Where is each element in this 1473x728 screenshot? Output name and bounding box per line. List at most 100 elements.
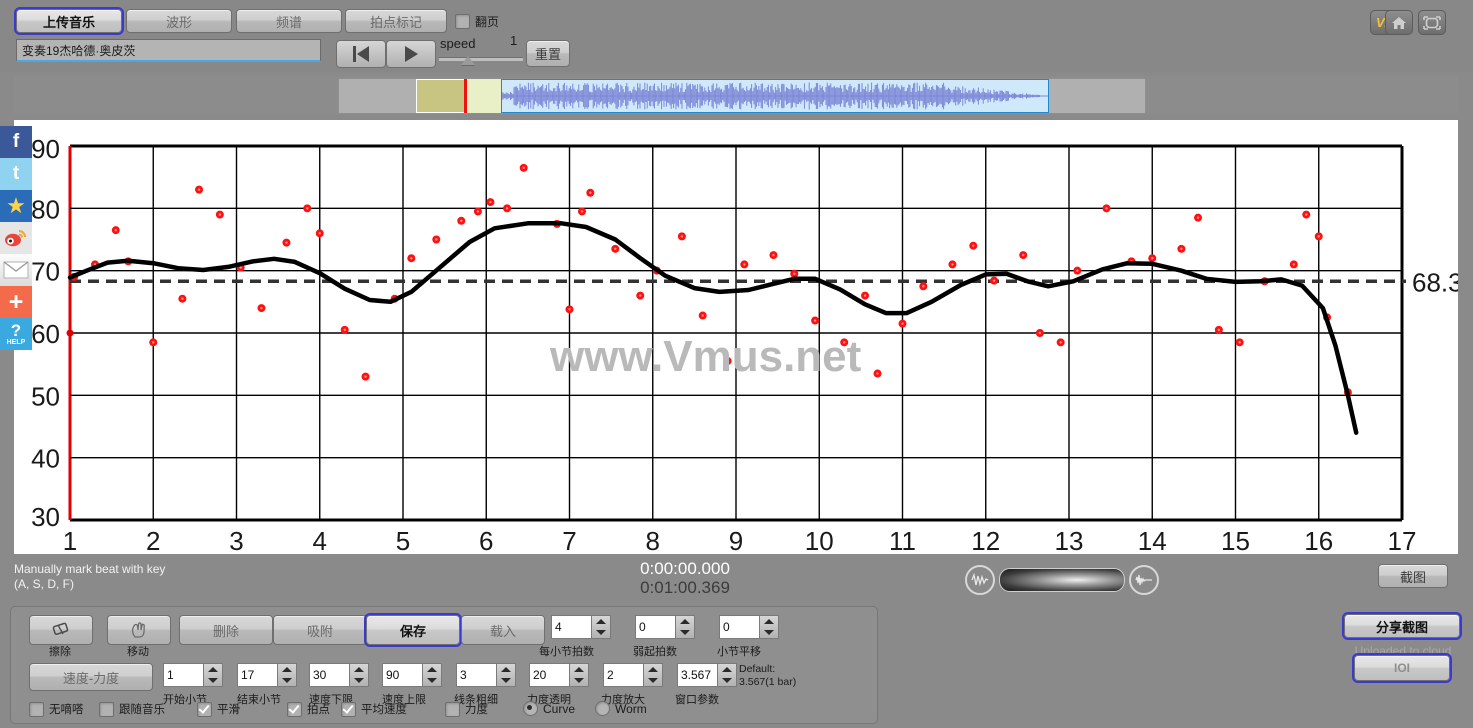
- reset-button[interactable]: 重置: [526, 40, 570, 67]
- dynamics-zoom-input[interactable]: [603, 663, 643, 687]
- pickup-beats-arrows[interactable]: [675, 615, 695, 639]
- svg-text:1: 1: [63, 526, 77, 554]
- start-bar-input[interactable]: [163, 663, 203, 687]
- line-width-arrows[interactable]: [496, 663, 516, 687]
- speed-slider-thumb[interactable]: [461, 56, 475, 65]
- ioi-button[interactable]: IOI: [1352, 653, 1452, 683]
- beats-checkbox-box[interactable]: [287, 701, 302, 717]
- end-bar-arrows[interactable]: [277, 663, 297, 687]
- window-param-stepper[interactable]: [677, 663, 737, 687]
- load-button[interactable]: 载入: [461, 615, 545, 645]
- avg-tempo-checkbox[interactable]: 平均速度: [341, 701, 407, 717]
- tempo-min-arrows[interactable]: [349, 663, 369, 687]
- email-icon[interactable]: [0, 254, 32, 286]
- dynamics-zoom-stepper[interactable]: [603, 663, 663, 687]
- share-screenshot-button[interactable]: 分享截图: [1342, 612, 1462, 640]
- weibo-icon[interactable]: [0, 222, 32, 254]
- dynamics-alpha-stepper[interactable]: [529, 663, 589, 687]
- end-bar-input[interactable]: [237, 663, 277, 687]
- volume-control[interactable]: [965, 565, 1159, 595]
- svg-text:80: 80: [31, 194, 60, 224]
- svg-text:16: 16: [1304, 526, 1333, 554]
- beats-per-bar-stepper[interactable]: [551, 615, 611, 639]
- window-param-arrows[interactable]: [717, 663, 737, 687]
- facebook-icon[interactable]: f: [0, 126, 32, 158]
- no-tick-checkbox[interactable]: 无嘀嗒: [29, 701, 84, 717]
- line-width-stepper[interactable]: [456, 663, 516, 687]
- rewind-bar-icon: [353, 46, 356, 62]
- tempo-dynamics-button[interactable]: 速度-力度: [29, 663, 153, 691]
- dynamics-alpha-arrows[interactable]: [569, 663, 589, 687]
- volume-slider[interactable]: [999, 568, 1125, 592]
- default-window-note-line2: 3.567(1 bar): [739, 676, 797, 688]
- pickup-beats-input[interactable]: [635, 615, 675, 639]
- dynamics-alpha-input[interactable]: [529, 663, 569, 687]
- start-bar-arrows[interactable]: [203, 663, 223, 687]
- rewind-triangle-icon: [357, 46, 369, 62]
- waveform-selection-block[interactable]: [416, 79, 466, 113]
- avg-tempo-checkbox-box[interactable]: [341, 701, 356, 717]
- waveform-navigator-track[interactable]: [338, 78, 1146, 114]
- smooth-checkbox[interactable]: 平滑: [197, 701, 240, 717]
- svg-text:5: 5: [396, 526, 410, 554]
- tempo-min-stepper[interactable]: [309, 663, 369, 687]
- default-window-note: Default: 3.567(1 bar): [739, 663, 796, 689]
- screenshot-button[interactable]: 截图: [1378, 564, 1448, 588]
- eraser-button[interactable]: [29, 615, 93, 645]
- speed-slider-track[interactable]: [439, 57, 523, 61]
- dynamics-checkbox-box[interactable]: [445, 701, 460, 717]
- tab-beat-marks[interactable]: 拍点标记: [345, 9, 447, 33]
- track-title-input[interactable]: 变奏19杰哈德·奥皮茨: [16, 39, 321, 62]
- qzone-star-icon[interactable]: ★: [0, 190, 32, 222]
- worm-radio-dot[interactable]: [595, 701, 610, 716]
- waveform-display[interactable]: [501, 79, 1049, 113]
- tab-waveform[interactable]: 波形: [126, 9, 232, 33]
- eraser-caption: 擦除: [49, 646, 71, 658]
- bar-shift-input[interactable]: [719, 615, 759, 639]
- fullscreen-icon[interactable]: [1418, 10, 1446, 35]
- curve-radio-dot[interactable]: [523, 701, 538, 716]
- dynamics-checkbox[interactable]: 力度: [445, 701, 488, 717]
- bar-shift-stepper[interactable]: [719, 615, 779, 639]
- bar-shift-arrows[interactable]: [759, 615, 779, 639]
- curve-radio[interactable]: Curve: [523, 701, 575, 716]
- beats-per-bar-input[interactable]: [551, 615, 591, 639]
- add-share-icon[interactable]: +: [0, 286, 32, 318]
- save-button[interactable]: 保存: [364, 613, 462, 647]
- svg-text:3: 3: [229, 526, 243, 554]
- start-bar-stepper[interactable]: [163, 663, 223, 687]
- time-total: 0:01:00.369: [640, 578, 730, 597]
- svg-text:4: 4: [313, 526, 327, 554]
- home-icon[interactable]: [1385, 10, 1413, 35]
- window-param-input[interactable]: [677, 663, 717, 687]
- tab-upload-music[interactable]: 上传音乐: [14, 7, 124, 35]
- flip-page-checkbox[interactable]: 翻页: [455, 13, 499, 30]
- flip-page-checkbox-box[interactable]: [455, 14, 470, 29]
- play-button[interactable]: [386, 40, 436, 68]
- tab-spectrum[interactable]: 频谱: [236, 9, 342, 33]
- beats-checkbox[interactable]: 拍点: [287, 701, 330, 717]
- no-tick-checkbox-box[interactable]: [29, 701, 44, 717]
- tempo-min-input[interactable]: [309, 663, 349, 687]
- beats-per-bar-arrows[interactable]: [591, 615, 611, 639]
- line-width-input[interactable]: [456, 663, 496, 687]
- delete-button[interactable]: 删除: [179, 615, 273, 645]
- smooth-checkbox-box[interactable]: [197, 701, 212, 717]
- end-bar-stepper[interactable]: [237, 663, 297, 687]
- follow-music-checkbox-box[interactable]: [99, 701, 114, 717]
- snap-button[interactable]: 吸附: [273, 615, 367, 645]
- tempo-chart[interactable]: 40 50 60 70 80 90 30 1 2 3 4 5 6 7 8 9 10 11 12 13 14 15 16 17 6…: [14, 120, 1458, 554]
- twitter-icon[interactable]: t: [0, 158, 32, 190]
- pickup-beats-stepper[interactable]: [635, 615, 695, 639]
- tempo-max-arrows[interactable]: [422, 663, 442, 687]
- tempo-max-stepper[interactable]: [382, 663, 442, 687]
- follow-music-checkbox[interactable]: 跟随音乐: [99, 701, 165, 717]
- move-button[interactable]: [107, 615, 171, 645]
- waveform-playhead[interactable]: [464, 79, 467, 113]
- dynamics-zoom-arrows[interactable]: [643, 663, 663, 687]
- help-icon[interactable]: ? HELP: [0, 318, 32, 350]
- waveform-navigator[interactable]: [14, 76, 1458, 114]
- rewind-button[interactable]: [336, 40, 386, 68]
- tempo-max-input[interactable]: [382, 663, 422, 687]
- worm-radio[interactable]: Worm: [595, 701, 647, 716]
